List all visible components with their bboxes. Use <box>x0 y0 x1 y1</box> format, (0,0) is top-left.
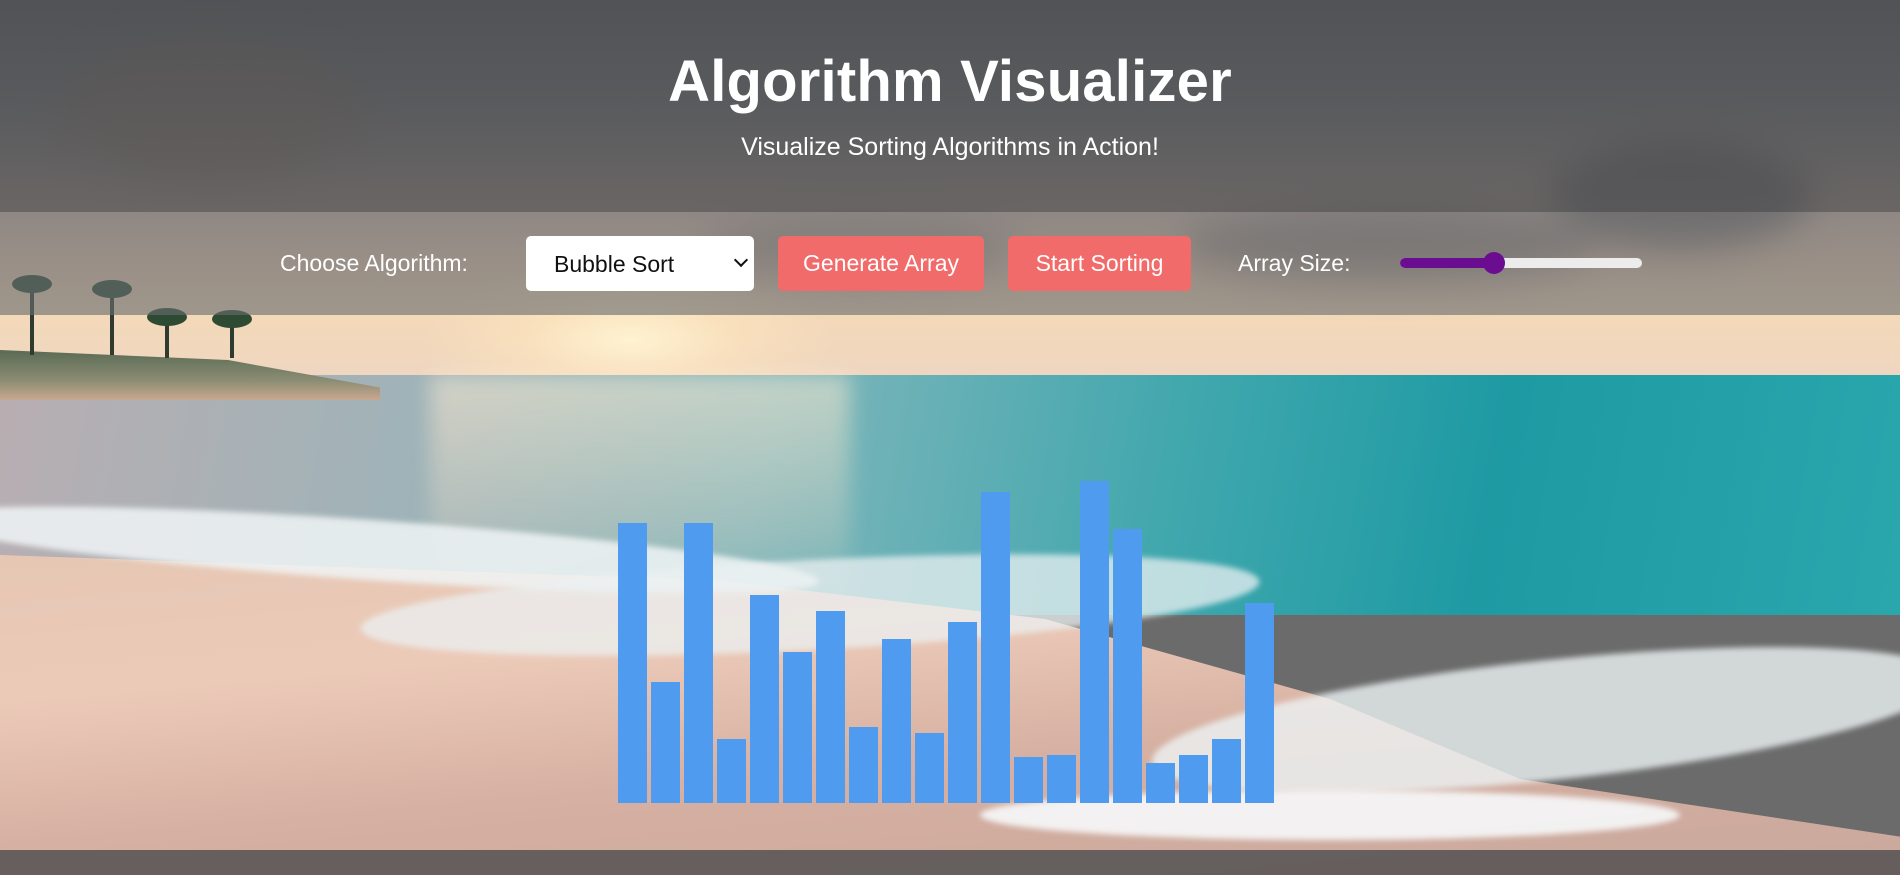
page-footer <box>0 850 1900 875</box>
array-bar <box>1080 481 1109 803</box>
array-bar <box>1113 529 1142 803</box>
page-title: Algorithm Visualizer <box>668 49 1232 114</box>
array-bar <box>684 523 713 803</box>
slider-thumb[interactable] <box>1483 252 1506 274</box>
algorithm-label: Choose Algorithm: <box>280 250 468 276</box>
array-bar <box>1245 603 1274 803</box>
generate-array-button[interactable]: Generate Array <box>778 236 984 291</box>
array-bars-chart <box>618 470 1280 803</box>
start-sorting-button[interactable]: Start Sorting <box>1008 236 1191 291</box>
array-bar <box>651 682 680 803</box>
array-size-label: Array Size: <box>1238 250 1351 276</box>
array-bar <box>717 739 746 803</box>
algorithm-select[interactable]: Bubble Sort <box>526 236 754 291</box>
array-bar <box>981 492 1010 803</box>
page-subtitle: Visualize Sorting Algorithms in Action! <box>741 133 1159 161</box>
array-bar <box>849 727 878 803</box>
palm-tree <box>147 308 187 358</box>
slider-fill <box>1400 258 1495 268</box>
array-bar <box>1179 755 1208 803</box>
array-bar <box>915 733 944 803</box>
array-bar <box>882 639 911 803</box>
array-bar <box>750 595 779 803</box>
array-bar <box>618 523 647 803</box>
array-bar <box>1047 755 1076 803</box>
array-bar <box>783 652 812 803</box>
page-header: Algorithm Visualizer Visualize Sorting A… <box>0 0 1900 212</box>
array-bar <box>1014 757 1043 803</box>
algorithm-select-wrapper[interactable]: Bubble Sort <box>526 236 754 291</box>
array-bar <box>816 611 845 803</box>
array-bar <box>948 622 977 803</box>
array-bar <box>1146 763 1175 803</box>
palm-tree <box>212 310 252 358</box>
array-size-slider[interactable] <box>1400 252 1642 274</box>
array-bar <box>1212 739 1241 803</box>
